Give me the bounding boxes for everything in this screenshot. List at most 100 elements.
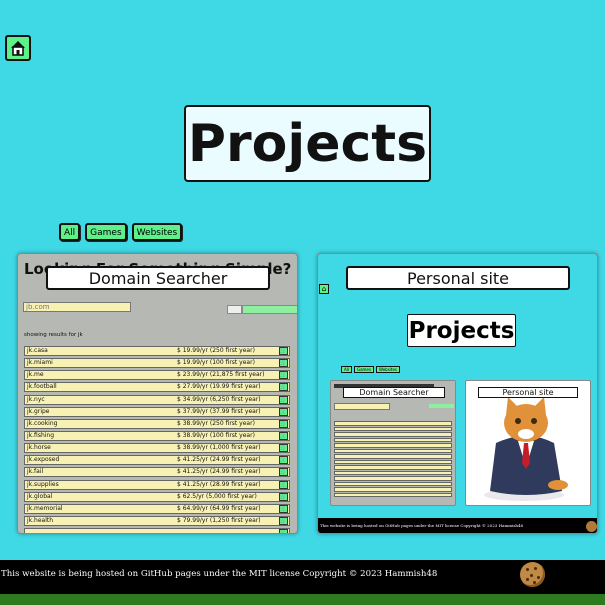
domain-price: $ 64.99/yr (64.99 first year) [177, 504, 261, 512]
domain-name: jk.memorial [27, 504, 63, 512]
home-button[interactable] [5, 35, 31, 61]
domain-price: $ 19.99/yr (250 first year) [177, 347, 255, 354]
list-item [334, 487, 452, 492]
domain-name: jk.horse [27, 444, 51, 452]
preview-results-label: showing results for jk [24, 332, 83, 338]
domain-name: jk.supplies [27, 480, 59, 488]
mini-card-label: Domain Searcher [343, 387, 445, 398]
cart-icon: 🛒 [279, 504, 288, 513]
preview-filter-all: All [341, 366, 352, 373]
card-label-domain-searcher: Domain Searcher [46, 266, 270, 290]
preview-search-input: jb.com [23, 302, 131, 312]
domain-name: jk.me [27, 371, 44, 379]
list-item [334, 454, 452, 459]
preview-mini-card-personal-site: Personal site [465, 380, 591, 506]
cart-icon: 🛒 [279, 347, 288, 355]
preview-home-icon: ⌂ [319, 284, 329, 294]
list-item: jk.global $ 62.5/yr (5,000 first year) 🛒 [24, 491, 290, 502]
list-item [334, 481, 452, 486]
domain-price: $ 27.99/yr (19.99 first year) [177, 383, 261, 391]
list-item [334, 465, 452, 470]
domain-name: jk.nyc [27, 395, 45, 403]
cart-icon: 🛒 [279, 395, 288, 404]
cart-icon: 🛒 [279, 371, 288, 380]
domain-name: jk.health [27, 516, 54, 524]
domain-price: $ 19.99/yr (100 first year) [177, 359, 255, 367]
preview-footer: This website is being hosted on GitHub p… [318, 518, 597, 533]
preview-results-list: jk.casa $ 19.99/yr (250 first year) 🛒 jk.m… [24, 346, 290, 533]
preview-title: Projects [407, 314, 516, 347]
page-title: Projects [184, 105, 431, 182]
list-item [334, 476, 452, 481]
list-item: jk.exposed $ 41.25/yr (24.99 first year) 🛒 [24, 455, 290, 466]
list-item [334, 443, 452, 448]
preview-cookie-icon [586, 521, 597, 532]
domain-name: jk.football [27, 383, 57, 391]
preview-footer-text: This website is being hosted on GitHub p… [320, 523, 524, 528]
list-item: jk.casa $ 19.99/yr (250 first year) 🛒 [24, 346, 290, 356]
list-item: jk.cooking $ 38.99/yr (250 first year) 🛒 [24, 418, 290, 429]
project-card-domain-searcher[interactable]: Looking For Something Simple? jb.com sho… [17, 253, 298, 534]
list-item: jk.football $ 27.99/yr (19.99 first year)… [24, 382, 290, 393]
cat-in-suit-image [484, 397, 568, 501]
domain-price: $ 41.25/yr (24.99 first year) [177, 468, 261, 476]
ground-strip [0, 594, 605, 605]
cart-icon: 🛒 [279, 444, 288, 453]
domain-price: $ 38.99/yr (100 first year) [177, 431, 255, 439]
list-item: jk.nyc $ 34.99/yr (6,250 first year) 🛒 [24, 394, 290, 405]
cart-icon: 🛒 [279, 529, 288, 533]
mini-search-input [334, 403, 390, 410]
list-item: jk.fail $ 41.25/yr (24.99 first year) 🛒 [24, 467, 290, 478]
list-item [334, 459, 452, 464]
cart-icon: 🛒 [279, 516, 288, 525]
list-item: jk.health $ 79.99/yr (1,250 first year) 🛒 [24, 515, 290, 526]
preview-filter-games: Games [353, 366, 374, 373]
domain-price: $ 38.99/yr (250 first year) [177, 419, 255, 427]
domain-price: $ 62.5/yr (5,000 first year) [177, 492, 257, 500]
domain-name: jk.cooking [27, 419, 58, 427]
domain-name: jk.gripe [27, 407, 50, 415]
domain-name: jk.miami [27, 359, 53, 367]
preview-filter-websites: Websites [375, 366, 400, 373]
domain-price: $ 41.25/yr (28.99 first year) [177, 480, 261, 488]
card-label-personal-site: Personal site [346, 266, 570, 290]
domain-price: $ 79.99/yr (1,250 first year) [177, 516, 261, 524]
list-item: jk.fishing $ 38.99/yr (100 first year) 🛒 [24, 430, 290, 441]
site-footer: This website is being hosted on GitHub p… [0, 560, 605, 594]
filter-websites-button[interactable]: Websites [131, 223, 183, 241]
project-card-personal-site[interactable]: ⌂ Projects All Games Websites Domain Sea… [317, 253, 598, 534]
cookie-icon[interactable] [520, 562, 545, 587]
list-item [334, 421, 452, 426]
cart-icon: 🛒 [279, 383, 288, 392]
cart-icon: 🛒 [279, 468, 288, 477]
mini-results-list [334, 421, 452, 498]
cart-icon: 🛒 [279, 480, 288, 489]
cart-icon: 🛒 [279, 419, 288, 428]
domain-name: jk.exposed [27, 456, 60, 464]
list-item: jk.miami $ 19.99/yr (100 first year) 🛒 [24, 358, 290, 369]
filter-all-button[interactable]: All [59, 223, 81, 241]
domain-price: $ 38.99/yr (1,000 first year) [177, 444, 261, 452]
domain-price: $ 37.99/yr (37.99 first year) [177, 407, 261, 415]
list-item [334, 432, 452, 437]
domain-name: jk.fishing [27, 431, 55, 439]
domain-name: jk.fail [27, 468, 44, 476]
footer-text: This website is being hosted on GitHub p… [1, 569, 438, 579]
list-item [334, 426, 452, 431]
filter-games-button[interactable]: Games [85, 223, 127, 241]
mini-suggest-button [429, 404, 454, 408]
list-item: jk.supplies $ 41.25/yr (28.99 first year)… [24, 479, 290, 490]
list-item: jk.horse $ 38.99/yr (1,000 first year) 🛒 [24, 443, 290, 454]
cart-icon: 🛒 [279, 359, 288, 368]
preview-search-button [227, 305, 242, 314]
preview-suggest-button [242, 305, 297, 314]
filter-bar: All Games Websites [59, 223, 183, 241]
home-icon [11, 41, 25, 56]
domain-price: $ 23.99/yr (21,875 first year) [177, 371, 265, 379]
cart-icon: 🛒 [279, 407, 288, 416]
list-item: jk.memorial $ 64.99/yr (64.99 first year)… [24, 503, 290, 514]
list-item [334, 437, 452, 442]
list-item [334, 470, 452, 475]
preview-filter-bar: All Games Websites [341, 366, 400, 373]
cart-icon: 🛒 [279, 492, 288, 501]
